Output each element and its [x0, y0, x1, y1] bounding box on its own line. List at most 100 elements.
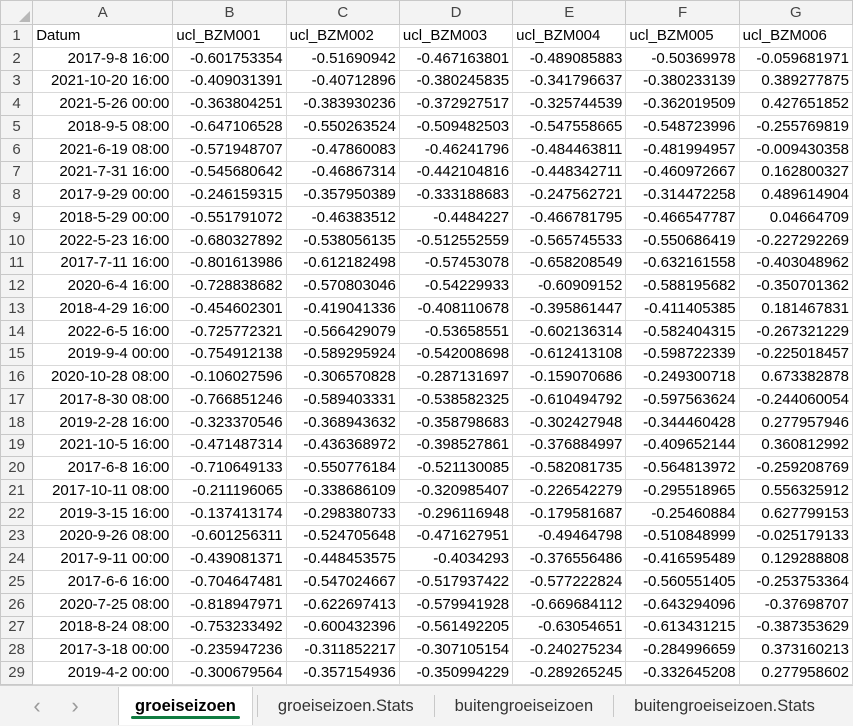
cell[interactable]: -0.255769819: [738, 115, 853, 139]
cell[interactable]: -0.46383512: [285, 206, 400, 230]
cell[interactable]: -0.460972667: [625, 160, 740, 185]
cell[interactable]: 2019-2-28 16:00: [32, 410, 174, 435]
cell[interactable]: -0.725772321: [172, 319, 287, 344]
cell[interactable]: 2022-6-5 16:00: [32, 319, 174, 344]
cell[interactable]: -0.471627951: [398, 524, 514, 549]
cell[interactable]: -0.466547787: [625, 206, 740, 230]
cell[interactable]: -0.387353629: [738, 615, 853, 640]
cell[interactable]: -0.613431215: [625, 615, 740, 640]
cell[interactable]: -0.416595489: [625, 547, 740, 571]
cell[interactable]: 0.04664709: [738, 206, 853, 230]
cell[interactable]: -0.46867314: [285, 160, 400, 185]
cell[interactable]: 2020-9-26 08:00: [32, 524, 174, 549]
cell[interactable]: 2019-4-2 00:00: [32, 661, 174, 685]
row-header[interactable]: 8: [0, 183, 34, 207]
cell[interactable]: -0.561492205: [398, 615, 514, 640]
cell[interactable]: ucl_BZM002: [285, 24, 400, 48]
cell[interactable]: 2018-8-24 08:00: [32, 615, 174, 640]
cell[interactable]: -0.249300718: [625, 365, 740, 389]
row-header[interactable]: 19: [0, 433, 34, 458]
column-header-f[interactable]: F: [625, 0, 740, 25]
cell[interactable]: -0.542008698: [398, 342, 514, 367]
chevron-left-icon[interactable]: ‹: [18, 687, 56, 725]
cell[interactable]: -0.284996659: [625, 638, 740, 662]
cell[interactable]: -0.565745533: [512, 228, 627, 253]
row-header[interactable]: 27: [0, 615, 34, 640]
cell[interactable]: -0.512552559: [398, 228, 514, 253]
cell[interactable]: -0.566429079: [285, 319, 400, 344]
cell[interactable]: -0.247562721: [512, 183, 627, 207]
cell[interactable]: -0.622697413: [285, 592, 400, 617]
cell[interactable]: -0.357950389: [285, 183, 400, 207]
cell[interactable]: -0.225018457: [738, 342, 853, 367]
cell[interactable]: -0.411405385: [625, 297, 740, 321]
spreadsheet-grid[interactable]: A B C D E F G 1 Datum ucl_BZM001 ucl_BZM002 ucl_BZM…: [0, 0, 853, 708]
row-header[interactable]: 17: [0, 388, 34, 412]
cell[interactable]: -0.753233492: [172, 615, 287, 640]
cell[interactable]: 2017-3-18 00:00: [32, 638, 174, 662]
row-header[interactable]: 2: [0, 46, 34, 71]
cell[interactable]: -0.344460428: [625, 410, 740, 435]
cell[interactable]: -0.454602301: [172, 297, 287, 321]
cell[interactable]: -0.159070686: [512, 365, 627, 389]
cell[interactable]: -0.50369978: [625, 46, 740, 71]
cell[interactable]: -0.376884997: [512, 433, 627, 458]
cell[interactable]: -0.267321229: [738, 319, 853, 344]
cell[interactable]: -0.311852217: [285, 638, 400, 662]
cell[interactable]: 2021-10-5 16:00: [32, 433, 174, 458]
row-header[interactable]: 5: [0, 115, 34, 139]
cell[interactable]: -0.025179133: [738, 524, 853, 549]
row-header[interactable]: 18: [0, 410, 34, 435]
cell[interactable]: -0.368943632: [285, 410, 400, 435]
cell[interactable]: -0.226542279: [512, 479, 627, 503]
cell[interactable]: -0.37698707: [738, 592, 853, 617]
cell[interactable]: -0.383930236: [285, 92, 400, 116]
cell[interactable]: -0.059681971: [738, 46, 853, 71]
row-header[interactable]: 10: [0, 228, 34, 253]
row-header[interactable]: 24: [0, 547, 34, 571]
row-header[interactable]: 20: [0, 456, 34, 480]
cell[interactable]: -0.481994957: [625, 137, 740, 162]
cell[interactable]: -0.244060054: [738, 388, 853, 412]
cell[interactable]: ucl_BZM003: [398, 24, 514, 48]
cell[interactable]: -0.357154936: [285, 661, 400, 685]
cell[interactable]: -0.547558665: [512, 115, 627, 139]
cell[interactable]: -0.612413108: [512, 342, 627, 367]
cell[interactable]: -0.325744539: [512, 92, 627, 116]
cell[interactable]: 2017-9-11 00:00: [32, 547, 174, 571]
column-header-a[interactable]: A: [32, 0, 174, 25]
cell[interactable]: 0.389277875: [738, 69, 853, 94]
cell[interactable]: -0.380233139: [625, 69, 740, 94]
sheet-tab-buitengroeiseizoen[interactable]: buitengroeiseizoen: [439, 687, 610, 725]
cell[interactable]: 2019-3-15 16:00: [32, 501, 174, 526]
cell[interactable]: 0.277958602: [738, 661, 853, 685]
cell[interactable]: -0.403048962: [738, 251, 853, 276]
cell[interactable]: -0.106027596: [172, 365, 287, 389]
cell[interactable]: -0.398527861: [398, 433, 514, 458]
cell[interactable]: -0.358798683: [398, 410, 514, 435]
cell[interactable]: -0.54229933: [398, 274, 514, 298]
cell[interactable]: -0.408110678: [398, 297, 514, 321]
cell[interactable]: -0.602136314: [512, 319, 627, 344]
cell[interactable]: -0.350994229: [398, 661, 514, 685]
row-header[interactable]: 26: [0, 592, 34, 617]
row-header[interactable]: 25: [0, 570, 34, 594]
cell[interactable]: -0.53658551: [398, 319, 514, 344]
cell[interactable]: -0.579941928: [398, 592, 514, 617]
cell[interactable]: -0.235947236: [172, 638, 287, 662]
cell[interactable]: ucl_BZM006: [738, 24, 853, 48]
cell[interactable]: 2017-6-6 16:00: [32, 570, 174, 594]
cell[interactable]: -0.551791072: [172, 206, 287, 230]
cell[interactable]: 2017-9-29 00:00: [32, 183, 174, 207]
cell[interactable]: -0.550263524: [285, 115, 400, 139]
row-header[interactable]: 22: [0, 501, 34, 526]
cell[interactable]: -0.338686109: [285, 479, 400, 503]
cell[interactable]: 2017-10-11 08:00: [32, 479, 174, 503]
cell[interactable]: -0.680327892: [172, 228, 287, 253]
cell[interactable]: -0.63054651: [512, 615, 627, 640]
row-header[interactable]: 1: [0, 24, 34, 48]
row-header[interactable]: 15: [0, 342, 34, 367]
cell[interactable]: -0.467163801: [398, 46, 514, 71]
cell[interactable]: -0.302427948: [512, 410, 627, 435]
cell[interactable]: -0.550686419: [625, 228, 740, 253]
